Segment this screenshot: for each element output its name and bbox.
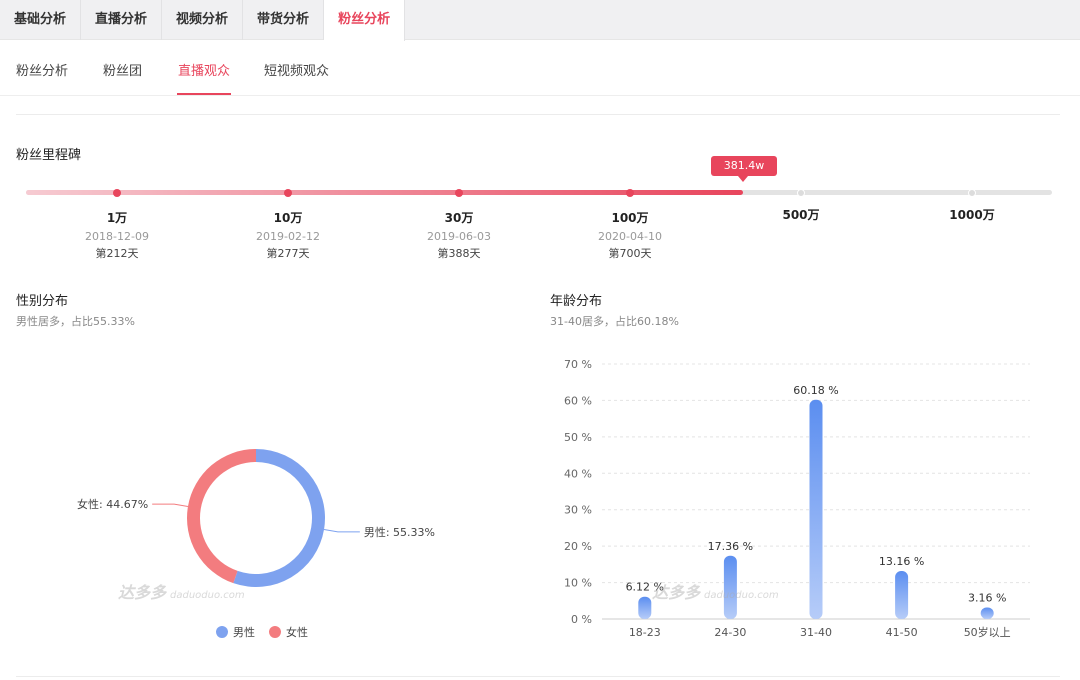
x-tick-label: 31-40: [800, 626, 832, 639]
y-tick-label: 10 %: [564, 577, 592, 590]
milestone-amount: 500万: [782, 208, 820, 222]
milestone-days: 第388天: [437, 247, 481, 260]
gender-donut-chart: 男性: 55.33% 女性: 44.67%: [77, 449, 435, 587]
milestone-date: 2020-04-10: [598, 230, 662, 243]
legend-swatch-female: [269, 626, 281, 638]
legend-item-female[interactable]: 女性: [269, 624, 308, 640]
milestone-badge-arrow: [738, 176, 748, 182]
milestone-dot: [455, 188, 463, 197]
bar-data-label: 60.18 %: [793, 384, 838, 397]
y-tick-label: 50 %: [564, 431, 592, 444]
milestone-days: 第277天: [266, 247, 310, 260]
milestone-date: 2018-12-09: [85, 230, 149, 243]
milestone-current-badge: 381.4w: [711, 156, 777, 176]
age-bar-chart: 0 %10 %20 %30 %40 %50 %60 %70 %6.12 %18-…: [564, 358, 1030, 639]
y-tick-label: 30 %: [564, 504, 592, 517]
milestone-dot: [797, 188, 805, 197]
tab-video[interactable]: 视频分析: [162, 0, 244, 40]
slice-label: 男性: 55.33%: [364, 525, 435, 539]
x-tick-label: 41-50: [886, 626, 918, 639]
y-tick-label: 60 %: [564, 394, 592, 407]
subtab-video-audience[interactable]: 短视频观众: [264, 60, 329, 79]
bar-data-label: 17.36 %: [708, 540, 753, 553]
top-tabs: 基础分析 直播分析 视频分析 带货分析 粉丝分析: [0, 0, 1080, 41]
divider: [16, 676, 1060, 677]
legend-label-female: 女性: [286, 626, 308, 639]
legend-swatch-male: [216, 626, 228, 638]
watermark: 达多多 daduoduo.com: [118, 583, 245, 602]
legend-item-male[interactable]: 男性: [216, 624, 255, 640]
milestone-amount: 1000万: [949, 208, 995, 222]
y-tick-label: 0 %: [571, 613, 592, 626]
tab-live[interactable]: 直播分析: [81, 0, 163, 40]
x-tick-label: 50岁以上: [964, 625, 1011, 639]
bar: [809, 399, 823, 619]
y-tick-label: 70 %: [564, 358, 592, 371]
milestone-title: 粉丝里程碑: [16, 148, 82, 163]
bar-data-label: 3.16 %: [968, 591, 1006, 604]
gender-legend: 男性 女性: [216, 624, 322, 640]
divider: [16, 114, 1060, 115]
legend-label-male: 男性: [233, 626, 255, 639]
active-tab-indicator: [177, 93, 231, 95]
gender-subtitle: 男性居多，占比55.33%: [16, 315, 135, 328]
milestone-amount: 100万: [611, 211, 649, 225]
donut-slice: [187, 449, 256, 584]
y-tick-label: 20 %: [564, 540, 592, 553]
age-title: 年龄分布: [550, 294, 603, 309]
milestone-date: 2019-06-03: [427, 230, 491, 243]
milestone-amount: 1万: [106, 211, 128, 225]
slice-label-line: [323, 529, 360, 533]
y-tick-label: 40 %: [564, 467, 592, 480]
watermark: 达多多 daduoduo.com: [652, 583, 779, 602]
slice-label: 女性: 44.67%: [77, 497, 148, 511]
sub-tabs: 粉丝分析 粉丝团 直播观众 短视频观众: [0, 40, 1080, 96]
milestone-date: 2019-02-12: [256, 230, 320, 243]
tab-sales[interactable]: 带货分析: [243, 0, 325, 40]
bar: [895, 571, 909, 619]
milestone-dot: [113, 188, 121, 197]
slice-label-line: [152, 503, 189, 507]
tab-basic[interactable]: 基础分析: [0, 0, 82, 40]
x-tick-label: 18-23: [629, 626, 661, 639]
age-subtitle: 31-40居多，占比60.18%: [550, 315, 679, 328]
milestone-days: 第700天: [608, 247, 652, 260]
donut-slice: [233, 449, 326, 587]
tab-fans[interactable]: 粉丝分析: [324, 0, 406, 41]
milestone-dot: [968, 188, 976, 197]
milestone-days: 第212天: [95, 247, 139, 260]
bar-data-label: 13.16 %: [879, 555, 924, 568]
x-tick-label: 24-30: [714, 626, 746, 639]
milestone-amount: 30万: [444, 211, 474, 225]
bar: [980, 607, 994, 619]
milestone-amount: 10万: [273, 211, 303, 225]
bar: [638, 596, 652, 619]
subtab-fans[interactable]: 粉丝分析: [16, 60, 68, 79]
milestone-progress: [26, 190, 743, 195]
subtab-live-audience[interactable]: 直播观众: [178, 60, 230, 79]
milestone-dot: [626, 188, 634, 197]
milestone-dot: [284, 188, 292, 197]
subtab-fan-club[interactable]: 粉丝团: [103, 60, 142, 79]
gender-title: 性别分布: [16, 294, 69, 309]
